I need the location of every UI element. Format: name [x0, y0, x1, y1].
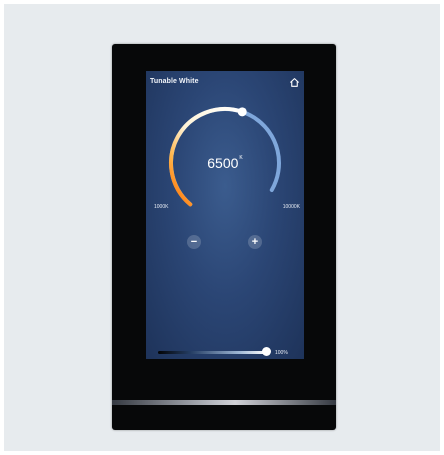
- temperature-value: 6500: [207, 155, 239, 171]
- brightness-value: 100%: [275, 350, 288, 356]
- increase-button[interactable]: +: [248, 235, 262, 249]
- bezel-light-strip: [112, 400, 336, 405]
- dial-knob: [237, 107, 247, 117]
- min-temperature-label: 1000K: [154, 204, 169, 210]
- color-temperature-dial[interactable]: [146, 71, 304, 359]
- wall-panel-device: Tunable White 6500K 1000K 10000K − + 100…: [112, 44, 336, 430]
- temperature-readout: 6500K: [146, 155, 304, 171]
- decrease-button[interactable]: −: [187, 235, 201, 249]
- brightness-slider-knob[interactable]: [261, 347, 271, 356]
- brightness-slider[interactable]: [158, 351, 266, 354]
- max-temperature-label: 10000K: [282, 204, 300, 210]
- touch-screen: Tunable White 6500K 1000K 10000K − + 100…: [146, 71, 304, 359]
- temperature-unit: K: [239, 155, 243, 161]
